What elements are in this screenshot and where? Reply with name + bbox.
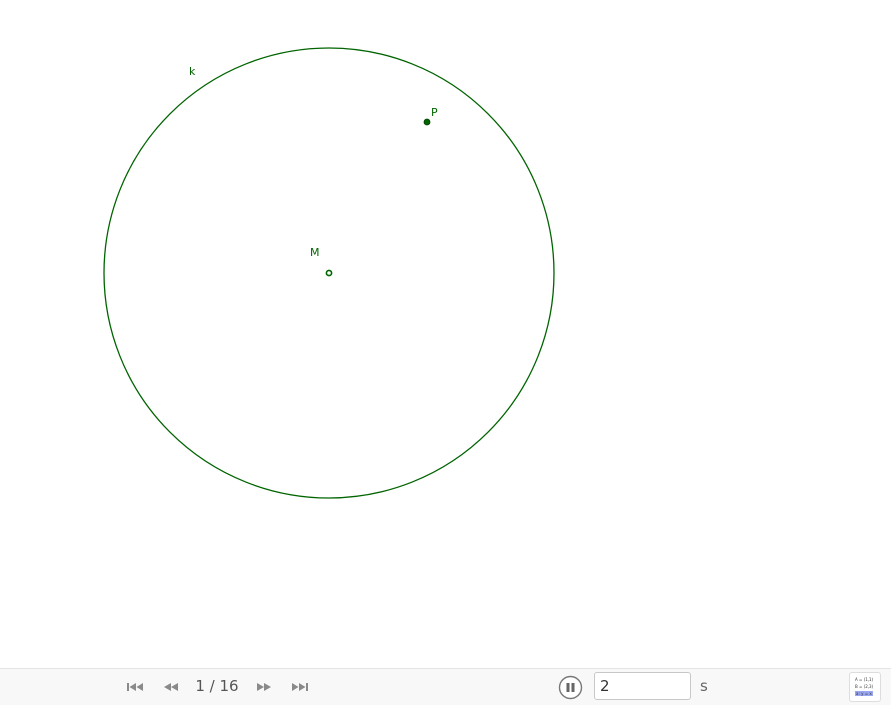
speed-unit: s: [700, 677, 708, 695]
point-p[interactable]: [423, 118, 431, 126]
point-m-label: M: [310, 246, 320, 259]
algebra-line: a: y = x: [855, 691, 873, 696]
construction-svg[interactable]: k M P: [0, 0, 891, 668]
algebra-view-button[interactable]: A = (1,1) B = (2,3) a: y = x: [849, 672, 881, 702]
navigation-bar: 1 / 16: [0, 668, 891, 705]
algebra-line: B = (2,3): [855, 684, 874, 689]
circle-k-label: k: [189, 65, 196, 78]
step-forward-icon[interactable]: [251, 675, 277, 699]
speed-input[interactable]: [594, 672, 691, 700]
pause-button[interactable]: [558, 675, 583, 700]
point-m[interactable]: [325, 269, 333, 277]
construction-canvas[interactable]: k M P: [0, 0, 891, 668]
algebra-line: A = (1,1): [855, 677, 874, 682]
skip-to-start-icon[interactable]: [122, 675, 148, 699]
point-p-label: P: [431, 106, 438, 119]
step-counter: 1 / 16: [195, 677, 239, 695]
skip-to-end-icon[interactable]: [287, 675, 313, 699]
pause-icon: [558, 675, 583, 700]
step-back-icon[interactable]: [158, 675, 184, 699]
